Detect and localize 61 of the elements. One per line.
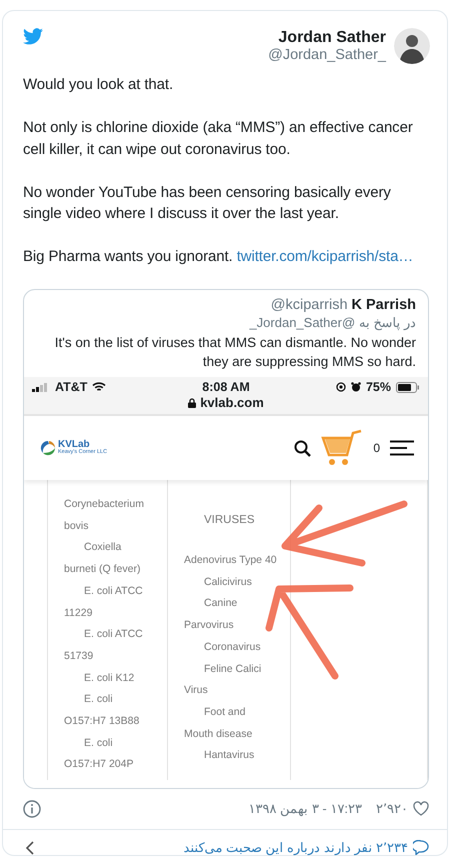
wifi-icon	[92, 382, 106, 392]
author-handle[interactable]: @Jordan_Sather_	[268, 47, 386, 64]
list-entry: E. coli	[83, 736, 114, 751]
info-icon[interactable]	[23, 800, 41, 818]
logo-title: KVLab	[58, 440, 90, 449]
list-entry: Coronavirus	[203, 640, 262, 655]
chevron-left-icon[interactable]	[25, 840, 34, 854]
column-heading: VIRUSES	[203, 513, 256, 528]
avatar[interactable]	[394, 28, 430, 64]
list-entry: Feline Calici	[203, 662, 262, 677]
conversation-link[interactable]: ۲٬۲۳۴ نفر دارند درباره این صحبت می‌کنند	[183, 840, 429, 855]
quoted-name: K Parrish	[352, 296, 416, 314]
carrier-label: AT&T	[55, 380, 88, 394]
lock-icon	[188, 398, 196, 408]
lock-rotation-icon	[336, 382, 346, 392]
author-name[interactable]: Jordan Sather	[268, 28, 386, 47]
speech-bubble-icon	[413, 840, 429, 855]
list-entry: Calicivirus	[203, 574, 253, 590]
list-entry: 51739	[64, 648, 94, 664]
list-entry: Hantavirus	[203, 748, 256, 764]
list-entry: burneti (Q fever)	[64, 562, 142, 578]
list-entry: E. coli ATCC	[83, 584, 144, 599]
reply-to-text: در پاسخ به @Jordan_Sather_	[248, 314, 416, 331]
list-entry: Mouth disease	[184, 726, 254, 742]
battery-icon	[396, 382, 420, 392]
list-entry: Corynebacterium	[64, 497, 145, 512]
list-entry: Adenovirus Type 40	[184, 553, 278, 568]
list-entry: Canine	[203, 596, 238, 612]
battery-label: 75%	[366, 380, 391, 394]
list-entry: E. coli ATCC	[83, 627, 144, 642]
list-entry: Virus	[184, 683, 209, 698]
list-entry: bovis	[64, 518, 90, 534]
cart-count: 0	[373, 441, 380, 455]
timestamp[interactable]: ۱۷:۲۳ - ۳ بهمن ۱۳۹۸	[248, 801, 362, 816]
tweet-text: No wonder YouTube has been censoring basically every single video where I discuss it over the last year.	[23, 182, 392, 224]
address-text: kvlab.com	[200, 395, 264, 410]
link[interactable]: twitter.com/kciparrish/sta…	[236, 248, 414, 265]
list-entry: Parvovirus	[184, 618, 235, 634]
quoted-handle: @kciparrish	[270, 296, 348, 314]
like-button[interactable]: ۲٬۹۲۰	[376, 801, 429, 816]
list-entry: Coxiella	[83, 540, 122, 556]
clock-label: 8:08 AM	[202, 380, 250, 394]
list-entry: O157:H7 13B88	[64, 714, 140, 730]
quoted-tweet[interactable]	[23, 289, 429, 789]
list-entry: O157:H7 204P	[64, 757, 134, 772]
tweet-text: Big Pharma wants you ignorant. twitter.com/kciparrish/sta…	[23, 247, 414, 267]
heart-icon	[413, 801, 429, 816]
alarm-icon	[350, 382, 361, 392]
tweet-text: Not only is chlorine dioxide (aka “MMS”) an effective cancer cell killer, it can wipe out coronavirus too.	[23, 118, 414, 160]
list-entry: 11229	[64, 606, 94, 621]
bird-icon[interactable]	[23, 28, 43, 45]
signal-icon	[32, 382, 50, 392]
list-entry: Foot and	[203, 704, 246, 720]
quoted-text: It's on the list of viruses that MMS can dismantle. No wonder they are suppressing MMS so hard.	[54, 334, 416, 371]
list-entry: E. coli K12	[83, 670, 136, 686]
search-icon[interactable]	[294, 440, 312, 456]
logo-icon	[40, 440, 56, 456]
like-count: ۲٬۹۲۰	[376, 801, 408, 816]
menu-icon[interactable]	[390, 440, 414, 456]
list-entry: E. coli	[83, 692, 114, 708]
tweet-text: Would you look at that.	[23, 75, 174, 95]
